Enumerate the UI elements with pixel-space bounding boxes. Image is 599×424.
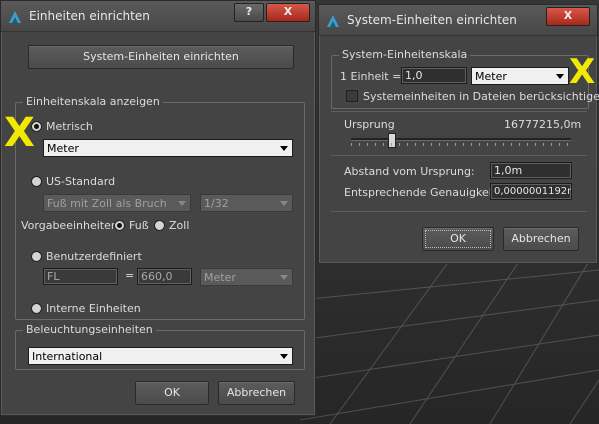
units-setup-titlebar[interactable]: Einheiten einrichten ? X [1, 1, 315, 32]
divider [331, 111, 587, 112]
system-units-dialog: System-Einheiten einrichten X System-Ein… [318, 4, 599, 264]
chevron-down-icon [178, 201, 186, 206]
custom-unit-value: Meter [204, 271, 236, 284]
divider [331, 155, 587, 156]
equals-sign: = [125, 269, 135, 282]
cancel-button[interactable]: Abbrechen [503, 227, 579, 251]
annotation-x-mark: X [4, 110, 35, 156]
chevron-down-icon [280, 201, 288, 206]
custom-label: Benutzerdefiniert [46, 250, 142, 263]
metric-label: Metrisch [46, 120, 93, 133]
us-standard-label: US-Standard [46, 175, 116, 188]
lighting-units-label: Beleuchtungseinheiten [23, 323, 156, 336]
system-unit-select[interactable]: Meter [471, 67, 569, 85]
system-unit-value: Meter [475, 70, 507, 83]
system-scale-label: System-Einheitenskala [339, 48, 471, 61]
close-button[interactable]: X [266, 3, 310, 22]
respect-units-checkbox[interactable] [346, 90, 358, 102]
divider [331, 211, 587, 212]
us-fraction-select[interactable]: 1/32 [200, 194, 293, 212]
internal-units-radio[interactable] [31, 303, 42, 314]
default-units-label: Vorgabeeinheiten: [21, 219, 122, 232]
ok-button[interactable]: OK [135, 381, 209, 405]
accuracy-field: 0,0000001192m [490, 183, 572, 200]
chevron-down-icon [280, 354, 288, 359]
system-units-titlebar[interactable]: System-Einheiten einrichten X [319, 5, 597, 36]
origin-slider-track [351, 138, 571, 141]
dialog-title: Einheiten einrichten [29, 9, 150, 23]
chevron-down-icon [280, 146, 288, 151]
internal-units-label: Interne Einheiten [46, 302, 141, 315]
inch-label: Zoll [169, 219, 190, 232]
lighting-units-select[interactable]: International [28, 347, 293, 365]
feet-label: Fuß [129, 219, 149, 232]
us-standard-radio[interactable] [31, 176, 42, 187]
us-unit-select[interactable]: Fuß mit Zoll als Bruch [43, 194, 191, 212]
app-icon [327, 15, 339, 27]
origin-label: Ursprung [344, 118, 395, 131]
lighting-units-value: International [32, 350, 103, 363]
origin-value: 16777215,0m [504, 118, 582, 131]
inch-radio[interactable] [154, 220, 165, 231]
us-unit-value: Fuß mit Zoll als Bruch [47, 197, 167, 210]
units-setup-dialog: Einheiten einrichten ? X System-Einheite… [0, 0, 316, 416]
us-fraction-value: 1/32 [204, 197, 229, 210]
feet-radio[interactable] [114, 220, 125, 231]
metric-unit-select[interactable]: Meter [43, 139, 293, 157]
dialog-title: System-Einheiten einrichten [347, 13, 517, 27]
display-scale-label: Einheitenskala anzeigen [23, 95, 163, 108]
custom-radio[interactable] [31, 251, 42, 262]
respect-units-label: Systemeinheiten in Dateien berücksichtig… [363, 90, 599, 103]
custom-unit-select[interactable]: Meter [200, 268, 293, 286]
accuracy-label: Entsprechende Genauigkeit: [344, 186, 500, 199]
unit-equals-label: 1 Einheit = [340, 70, 402, 83]
ok-button[interactable]: OK [422, 227, 494, 251]
annotation-x-mark: X [569, 52, 596, 92]
origin-slider-ticks [351, 143, 571, 146]
distance-label: Abstand vom Ursprung: [344, 165, 475, 178]
chevron-down-icon [280, 275, 288, 280]
distance-field[interactable]: 1,0m [490, 162, 572, 179]
metric-unit-value: Meter [47, 142, 79, 155]
close-button[interactable]: X [546, 7, 590, 26]
app-icon [9, 11, 21, 23]
cancel-button[interactable]: Abbrechen [218, 381, 295, 405]
system-units-button[interactable]: System-Einheiten einrichten [28, 45, 294, 69]
chevron-down-icon [556, 74, 564, 79]
unit-value-field[interactable]: 1,0 [401, 67, 467, 84]
custom-name-field[interactable]: FL [43, 268, 118, 285]
help-button[interactable]: ? [234, 3, 264, 22]
viewport-grid [300, 260, 599, 424]
custom-value-field[interactable]: 660,0 [137, 268, 192, 285]
